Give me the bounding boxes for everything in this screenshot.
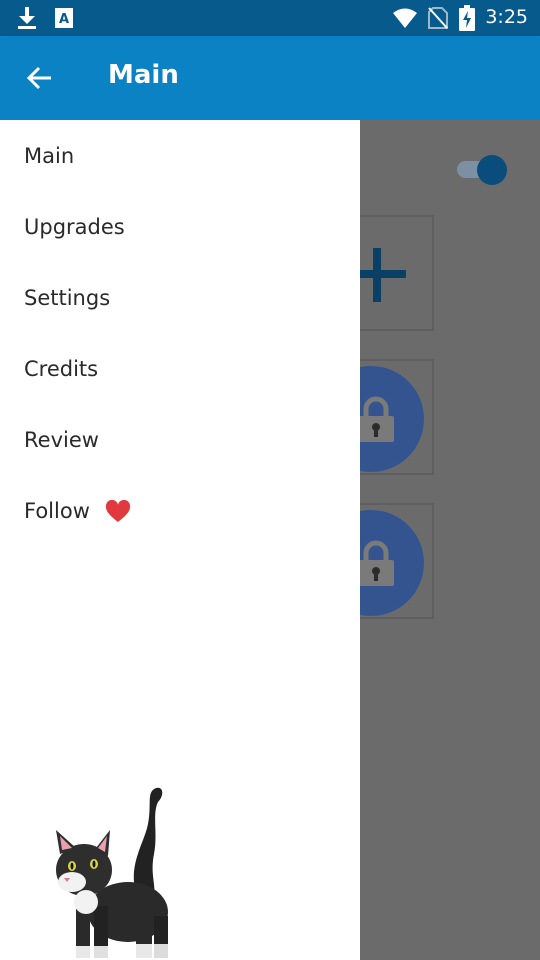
page-title: Main (108, 60, 179, 90)
app-bar: Main (0, 36, 540, 120)
heart-icon (105, 500, 130, 522)
toggle-thumb[interactable] (477, 155, 507, 185)
no-sim-icon (428, 7, 448, 29)
menu-item-settings[interactable]: Settings (24, 286, 110, 310)
menu-item-credits[interactable]: Credits (24, 357, 98, 381)
menu-item-label: Follow (24, 499, 90, 523)
status-bar: A 3:25 (0, 0, 540, 36)
menu-item-label: Settings (24, 286, 111, 310)
menu-item-label: Credits (24, 357, 99, 381)
arrow-left-icon[interactable] (26, 64, 54, 92)
lock-icon (358, 540, 394, 586)
text-a-icon: A (55, 8, 73, 28)
menu-item-label: Review (24, 428, 99, 452)
menu-item-review[interactable]: Review (24, 428, 99, 452)
battery-charging-icon (459, 5, 475, 31)
menu-item-follow[interactable]: Follow (24, 499, 131, 524)
menu-item-label: Main (24, 144, 75, 168)
navigation-drawer: Main Upgrades Settings Credits Review Fo… (0, 120, 360, 960)
lock-icon (358, 396, 394, 442)
menu-item-upgrades[interactable]: Upgrades (24, 215, 125, 239)
svg-text:A: A (59, 12, 69, 27)
wifi-icon (393, 8, 417, 28)
download-icon (18, 7, 36, 29)
menu-item-main[interactable]: Main (24, 144, 74, 168)
clock: 3:25 (485, 6, 528, 28)
menu-item-label: Upgrades (24, 215, 125, 239)
cat-mascot-illustration (56, 787, 168, 958)
